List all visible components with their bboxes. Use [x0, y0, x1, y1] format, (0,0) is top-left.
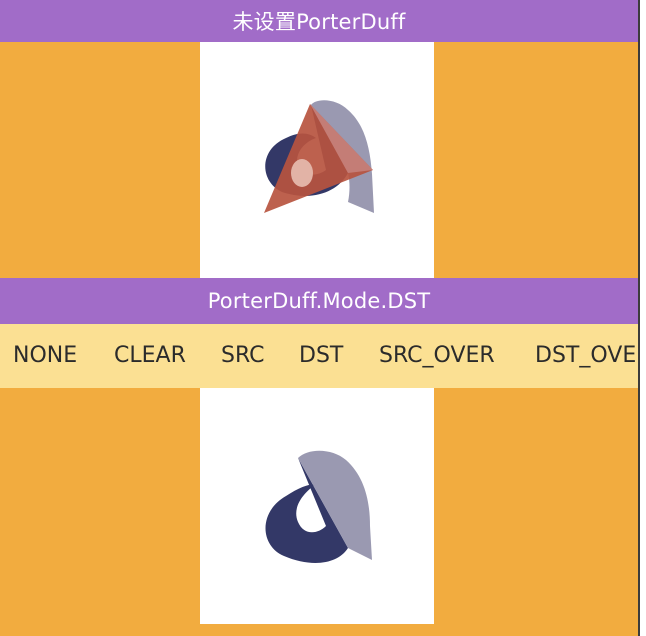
unset-porterduff-title: 未设置PorterDuff	[0, 0, 638, 42]
tab-clear[interactable]: CLEAR	[114, 324, 186, 388]
tab-dst[interactable]: DST	[299, 324, 343, 388]
mode-title: PorterDuff.Mode.DST	[0, 278, 638, 324]
mode-tab-bar[interactable]: NONE CLEAR SRC DST SRC_OVER DST_OVER	[0, 324, 638, 388]
overlap-circle	[291, 159, 313, 187]
mode-title-text: PorterDuff.Mode.DST	[207, 289, 431, 313]
mode-result-drawing	[265, 450, 372, 563]
original-composite-canvas	[200, 42, 434, 278]
app-window: 未设置PorterDuff PorterDuff.Mode.DST NONE C…	[0, 0, 638, 636]
unset-porterduff-title-text: 未设置PorterDuff	[232, 10, 406, 34]
original-composite-drawing	[264, 100, 374, 213]
tab-dst-over[interactable]: DST_OVER	[535, 324, 638, 388]
tab-src[interactable]: SRC	[221, 324, 265, 388]
tab-none[interactable]: NONE	[13, 324, 77, 388]
tab-src-over[interactable]: SRC_OVER	[379, 324, 495, 388]
mode-result-canvas	[200, 388, 434, 624]
window-edge	[638, 0, 646, 636]
